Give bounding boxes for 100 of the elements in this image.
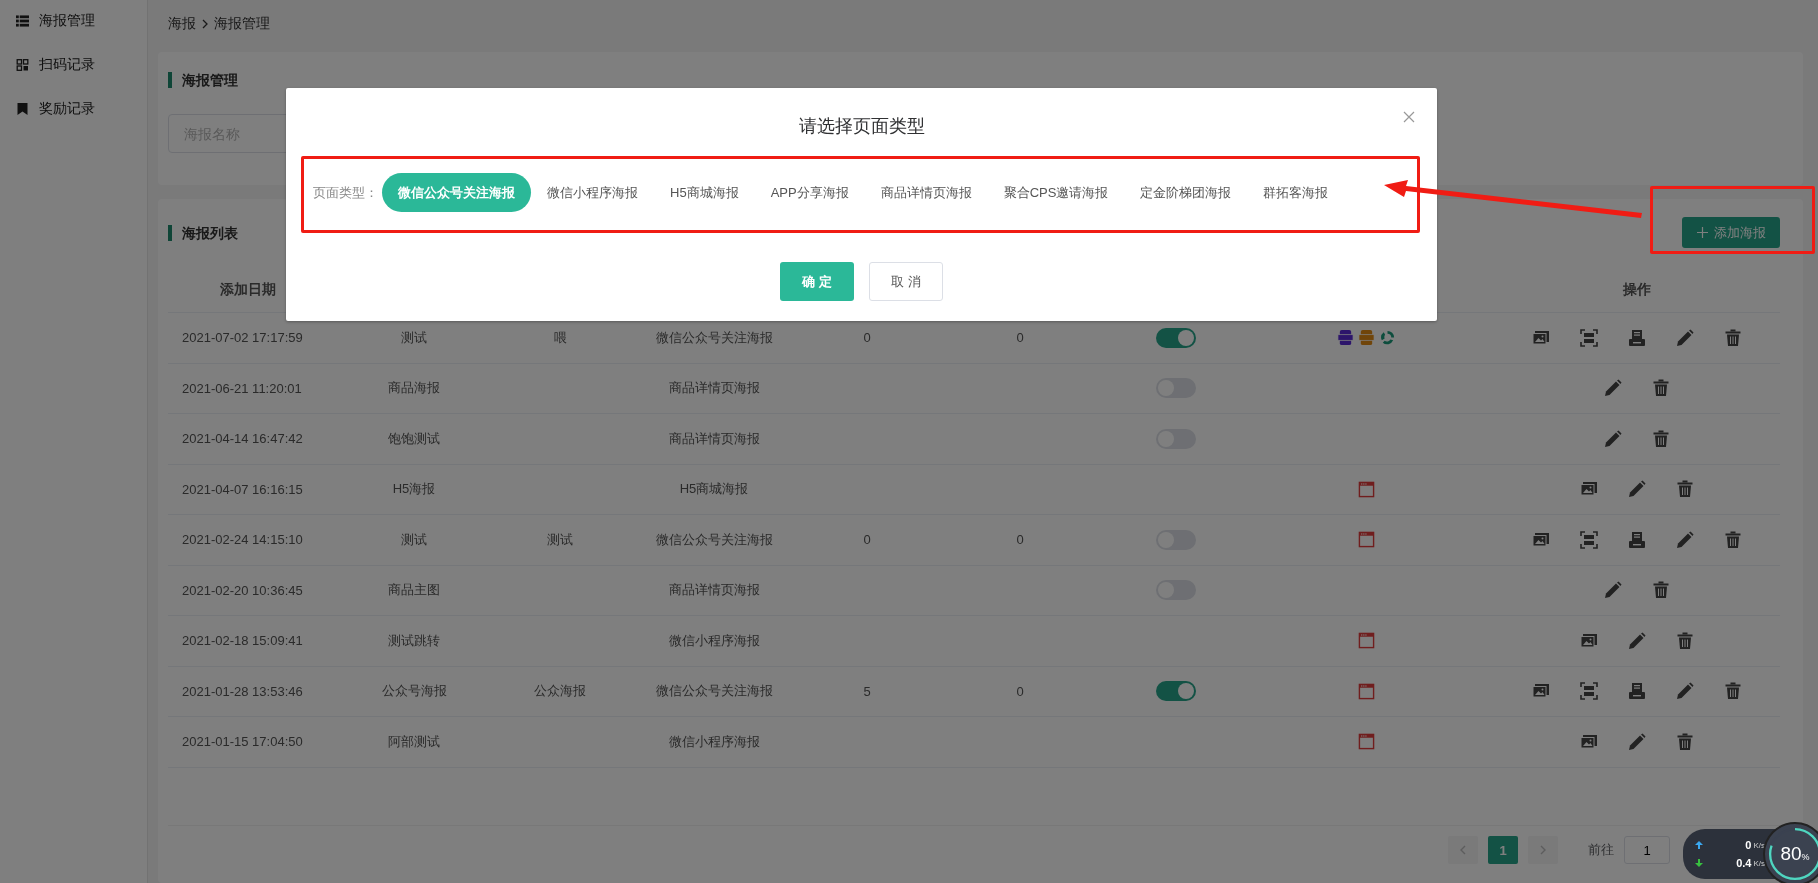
toggle-switch[interactable] (1156, 681, 1196, 702)
chevron-left-icon (1460, 845, 1466, 856)
table-cell: 测试跳转 (388, 631, 440, 650)
section-title: 海报列表 (168, 224, 238, 241)
table-cell: 商品海报 (388, 379, 440, 398)
table-cell: 2021-01-15 17:04:50 (182, 734, 303, 750)
sidebar-item[interactable]: 奖励记录 (16, 98, 115, 120)
trash-icon[interactable] (1652, 379, 1670, 398)
pencil-icon[interactable] (1676, 530, 1694, 549)
page-type-option[interactable]: 微信小程序海报 (531, 173, 654, 212)
table-cell: 5 (863, 683, 871, 699)
trash-icon[interactable] (1676, 631, 1694, 650)
trash-icon[interactable] (1724, 682, 1742, 701)
breadcrumb-separator-icon (202, 19, 208, 29)
pencil-icon[interactable] (1676, 682, 1694, 701)
table-cell: 饱饱测试 (388, 429, 440, 448)
table-cell: 公众海报 (534, 682, 586, 701)
table-cell: 测试 (401, 530, 427, 549)
qr-code-icon (16, 59, 29, 71)
cycle-icon (1378, 329, 1396, 347)
trash-icon[interactable] (1676, 480, 1694, 499)
page-input-field[interactable]: 1 (1624, 836, 1670, 865)
column-header: 添加日期 (219, 281, 277, 299)
pencil-icon[interactable] (1628, 480, 1646, 499)
toggle-switch[interactable] (1156, 327, 1196, 348)
dialog-title: 请选择页面类型 (798, 115, 925, 138)
trash-icon[interactable] (1652, 581, 1670, 600)
pencil-icon[interactable] (1604, 429, 1622, 448)
list-icon (16, 15, 29, 27)
sidebar-item[interactable]: 海报管理 (16, 10, 115, 32)
image-icon[interactable] (1532, 530, 1550, 549)
close-icon[interactable] (1403, 111, 1415, 123)
table-cell: H5海报 (392, 480, 436, 499)
table-cell: 微信公众号关注海报 (655, 682, 773, 701)
image-icon[interactable] (1580, 631, 1598, 650)
plus-icon (1696, 227, 1708, 238)
trash-icon[interactable] (1676, 732, 1694, 751)
bookmark-icon (16, 103, 29, 115)
scan-icon[interactable] (1580, 328, 1598, 347)
breadcrumb-item: 海报管理 (214, 15, 270, 33)
download-speed: 0.4 (1736, 857, 1752, 869)
page-type-option[interactable]: 群拓客海报 (1247, 173, 1345, 212)
printer-icon[interactable] (1628, 328, 1646, 347)
table-cell: 2021-02-18 15:09:41 (182, 633, 303, 649)
table-cell: 阿部测试 (388, 732, 440, 751)
table-cell: 公众号海报 (381, 682, 447, 701)
browser-window-icon (1357, 733, 1375, 751)
page-type-option[interactable]: 定金阶梯团海报 (1124, 173, 1248, 212)
printer-icon[interactable] (1628, 530, 1646, 549)
table-cell: 2021-04-07 16:16:15 (182, 481, 303, 497)
table-cell: 商品详情页海报 (668, 581, 760, 600)
sidebar-item[interactable]: 扫码记录 (16, 54, 115, 76)
table-cell: 2021-02-24 14:15:10 (182, 532, 303, 548)
browser-window-icon (1357, 531, 1375, 549)
table-cell: 测试 (401, 328, 427, 347)
table-cell: 2021-06-21 11:20:01 (182, 380, 302, 396)
pencil-icon[interactable] (1604, 379, 1622, 398)
table-cell: 0 (1016, 683, 1024, 699)
table-cell: 商品详情页海报 (668, 379, 760, 398)
cancel-button[interactable]: 取 消 (869, 262, 943, 301)
upload-arrow-icon (1695, 841, 1703, 849)
table-cell: 微信小程序海报 (668, 732, 760, 751)
usage-percent: 80% (1780, 843, 1810, 865)
table-cell: H5商城海报 (679, 480, 749, 499)
table-cell: 微信公众号关注海报 (655, 530, 773, 549)
table-cell: 0 (863, 330, 871, 346)
table-cell: 商品主图 (388, 581, 440, 600)
table-cell: 2021-07-02 17:17:59 (182, 330, 303, 346)
table-cell: 微信公众号关注海报 (655, 328, 773, 347)
breadcrumb-item[interactable]: 海报 (168, 15, 196, 33)
trash-icon[interactable] (1724, 530, 1742, 549)
goto-label: 前往 (1588, 841, 1614, 860)
scan-icon[interactable] (1580, 682, 1598, 701)
table-cell: 0 (863, 532, 871, 548)
browser-window-icon (1357, 632, 1375, 650)
speed-unit: K/s (1753, 858, 1765, 868)
page-type-option[interactable]: 商品详情页海报 (864, 173, 988, 212)
pencil-icon[interactable] (1628, 631, 1646, 650)
browser-window-icon (1357, 682, 1375, 700)
table-cell: 商品详情页海报 (668, 429, 760, 448)
page-type-option[interactable]: 聚合CPS邀请海报 (987, 173, 1125, 212)
scan-icon[interactable] (1580, 530, 1598, 549)
trash-icon[interactable] (1724, 328, 1742, 347)
table-cell: 2021-04-14 16:47:42 (182, 431, 303, 447)
chevron-right-icon (1540, 845, 1546, 856)
page-type-option[interactable]: H5商城海报 (654, 173, 755, 212)
download-arrow-icon (1695, 859, 1703, 867)
column-header: 操作 (1622, 281, 1652, 299)
pencil-icon[interactable] (1604, 581, 1622, 600)
printer-icon[interactable] (1628, 682, 1646, 701)
image-icon[interactable] (1580, 732, 1598, 751)
table-cell: 0 (1016, 532, 1024, 548)
table-cell: 0 (1016, 330, 1024, 346)
pencil-icon[interactable] (1676, 328, 1694, 347)
section-title: 海报管理 (168, 72, 238, 88)
trash-icon[interactable] (1652, 429, 1670, 448)
browser-window-icon (1357, 480, 1375, 498)
page-type-option[interactable]: APP分享海报 (754, 173, 865, 212)
image-icon[interactable] (1532, 328, 1550, 347)
pencil-icon[interactable] (1628, 732, 1646, 751)
